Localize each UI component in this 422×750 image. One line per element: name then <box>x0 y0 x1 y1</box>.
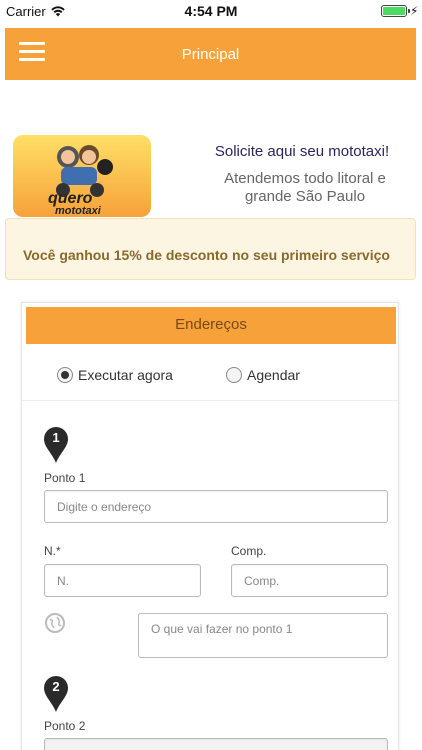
schedule-options: Executar agora Agendar <box>22 363 400 401</box>
panel-title: Endereços <box>175 316 247 333</box>
headline: Solicite aqui seu mototaxi! <box>214 143 390 160</box>
radio-execute-now[interactable]: Executar agora <box>57 367 173 383</box>
page-title: Principal <box>181 46 240 63</box>
battery-icon <box>381 5 410 17</box>
map-pin-icon: 1 <box>44 427 68 463</box>
number-input[interactable] <box>44 564 201 597</box>
logo-subtext: mototaxi <box>55 205 102 217</box>
clock: 4:54 PM <box>184 3 238 19</box>
point-2-label: Ponto 2 <box>44 719 86 733</box>
radio-label: Executar agora <box>78 367 173 383</box>
navbar: Principal <box>5 28 416 80</box>
task-description-input[interactable] <box>138 613 388 658</box>
number-label: N.* <box>44 544 61 558</box>
status-bar: Carrier 4:54 PM ⚡ <box>0 0 422 24</box>
radio-schedule[interactable]: Agendar <box>226 367 300 383</box>
complement-input[interactable] <box>231 564 388 597</box>
map-pin-icon: 2 <box>44 676 68 712</box>
address-panel: Endereços Executar agora Agendar 1 Ponto… <box>21 302 400 750</box>
point-1-label: Ponto 1 <box>44 471 86 485</box>
pin-number: 1 <box>52 430 60 445</box>
charging-icon: ⚡ <box>410 4 419 18</box>
radio-selected-icon <box>57 367 73 383</box>
service-area-text: Atendemos todo litoral e grande São Paul… <box>224 170 386 205</box>
radio-unselected-icon <box>226 367 242 383</box>
globe-icon[interactable] <box>45 613 65 633</box>
address-input-2[interactable] <box>44 738 388 750</box>
radio-label: Agendar <box>247 367 300 383</box>
discount-text: Você ganhou 15% de desconto no seu prime… <box>23 247 390 263</box>
complement-label: Comp. <box>231 544 267 558</box>
app-logo: quero mototaxi <box>13 135 151 217</box>
panel-header: Endereços <box>26 307 396 344</box>
address-input[interactable] <box>44 490 388 523</box>
discount-banner: Você ganhou 15% de desconto no seu prime… <box>5 218 416 280</box>
pin-number: 2 <box>52 679 60 694</box>
